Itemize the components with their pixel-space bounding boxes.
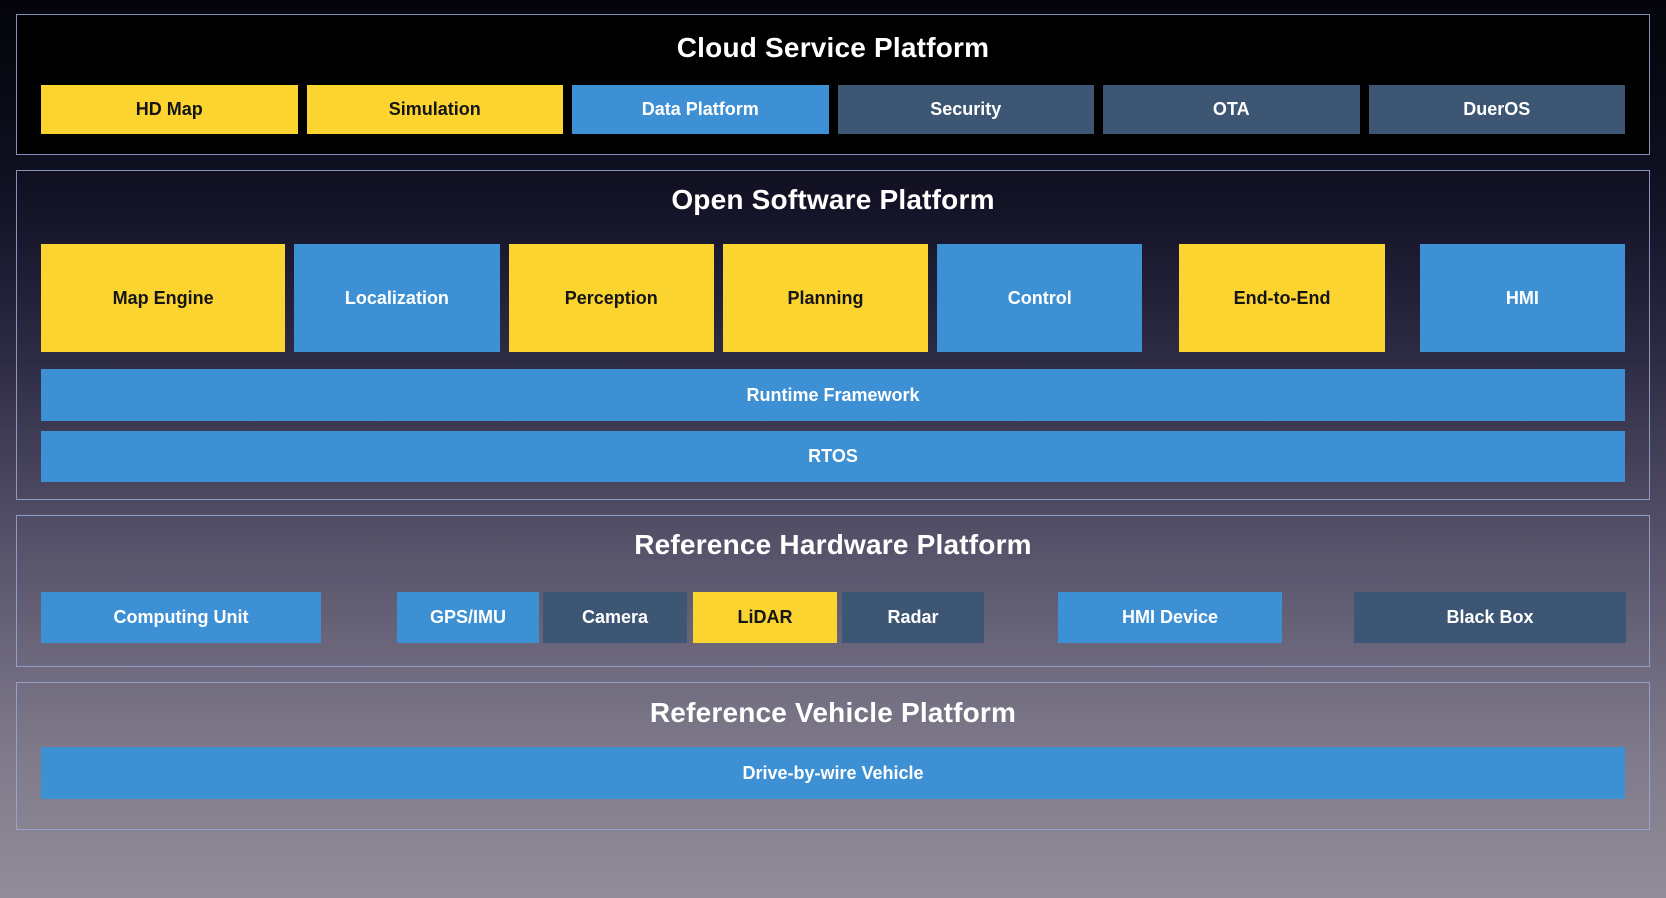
cloud-box-simulation: Simulation [306, 85, 563, 134]
software-box-localization: Localization [294, 244, 500, 352]
hardware-box-radar: Radar [842, 592, 984, 643]
software-box-perception: Perception [508, 244, 714, 352]
software-box-planning: Planning [722, 244, 929, 352]
hardware-box-camera: Camera [543, 592, 687, 643]
cloud-box-ota: OTA [1103, 85, 1360, 134]
hardware-box-hmi-device: HMI Device [1058, 592, 1282, 643]
hardware-box-gps-imu: GPS/IMU [397, 592, 539, 643]
hardware-items-row: Computing Unit GPS/IMU Camera LiDAR Rada… [41, 592, 1626, 643]
drive-by-wire-vehicle-bar: Drive-by-wire Vehicle [41, 747, 1625, 799]
cloud-box-hd-map: HD Map [41, 85, 298, 134]
software-box-map-engine: Map Engine [41, 244, 286, 352]
open-software-platform-section: Open Software Platform Map Engine Locali… [16, 170, 1650, 500]
reference-vehicle-platform-title: Reference Vehicle Platform [649, 697, 1017, 728]
software-box-hmi: HMI [1419, 244, 1625, 352]
hardware-box-black-box: Black Box [1354, 592, 1626, 643]
hardware-box-computing-unit: Computing Unit [41, 592, 321, 643]
software-modules-row: Map Engine Localization Perception Plann… [41, 244, 1625, 352]
reference-vehicle-platform-section: Reference Vehicle Platform Drive-by-wire… [16, 682, 1650, 830]
hardware-box-lidar: LiDAR [693, 592, 837, 643]
reference-hardware-platform-title: Reference Hardware Platform [634, 529, 1032, 560]
rtos-bar: RTOS [41, 431, 1625, 482]
software-box-control: Control [937, 244, 1143, 352]
cloud-service-platform-title: Cloud Service Platform [676, 32, 990, 63]
cloud-box-dueros: DuerOS [1368, 85, 1625, 134]
open-software-platform-title: Open Software Platform [671, 184, 995, 215]
cloud-services-row: HD Map Simulation Data Platform Security… [41, 85, 1625, 134]
cloud-box-data-platform: Data Platform [572, 85, 829, 134]
reference-hardware-platform-section: Reference Hardware Platform Computing Un… [16, 515, 1650, 667]
software-box-end-to-end: End-to-End [1179, 244, 1385, 352]
cloud-service-platform-section: Cloud Service Platform HD Map Simulation… [16, 14, 1650, 155]
cloud-box-security: Security [837, 85, 1094, 134]
runtime-framework-bar: Runtime Framework [41, 369, 1625, 421]
